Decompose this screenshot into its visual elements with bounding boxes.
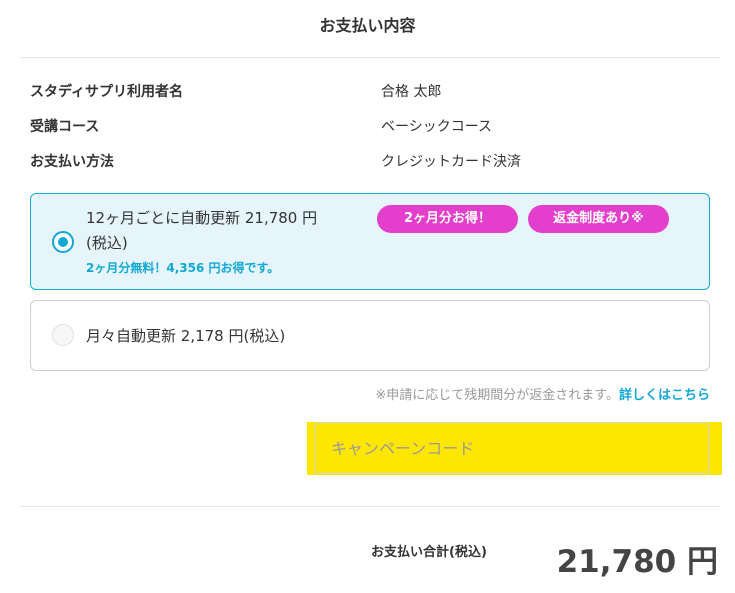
- plan-12-month-discount-note: 2ヶ月分無料！4,356 円お得です。: [86, 261, 280, 275]
- page-title: お支払い内容: [319, 16, 416, 35]
- course-value: ベーシックコース: [381, 119, 493, 135]
- user-name-label: スタディサプリ利用者名: [30, 84, 184, 100]
- total-label: お支払い合計(税込): [371, 545, 487, 560]
- campaign-code-input[interactable]: [314, 423, 710, 474]
- radio-selected-icon[interactable]: [52, 231, 74, 253]
- refund-details-link[interactable]: 詳しくはこちら: [619, 388, 710, 403]
- plan-monthly-title: 月々自動更新 2,178 円(税込): [86, 327, 286, 345]
- refund-note: ※申請に応じて残期間分が返金されます。詳しくはこちら: [375, 384, 710, 403]
- plan-option-monthly[interactable]: 月々自動更新 2,178 円(税込): [30, 300, 710, 371]
- refund-note-text: ※申請に応じて残期間分が返金されます。: [375, 388, 619, 403]
- payment-method-value: クレジットカード決済: [381, 154, 521, 170]
- plan-12-month-title: 12ヶ月ごとに自動更新 21,780 円: [86, 209, 318, 227]
- total-divider: [20, 506, 720, 507]
- total-amount: 21,780 円: [556, 544, 718, 580]
- course-label: 受講コース: [30, 119, 100, 135]
- header-divider: [20, 57, 720, 58]
- plan-12-month-tax-label: (税込): [86, 234, 128, 252]
- badge-two-months-off: 2ヶ月分お得！: [377, 205, 518, 233]
- payment-method-label: お支払い方法: [30, 154, 114, 170]
- plan-option-12-month[interactable]: 12ヶ月ごとに自動更新 21,780 円 (税込) 2ヶ月分無料！4,356 円…: [30, 193, 710, 290]
- user-name-value: 合格 太郎: [381, 84, 442, 100]
- radio-unselected-icon[interactable]: [52, 324, 74, 346]
- badge-refund-available: 返金制度あり※: [528, 205, 669, 233]
